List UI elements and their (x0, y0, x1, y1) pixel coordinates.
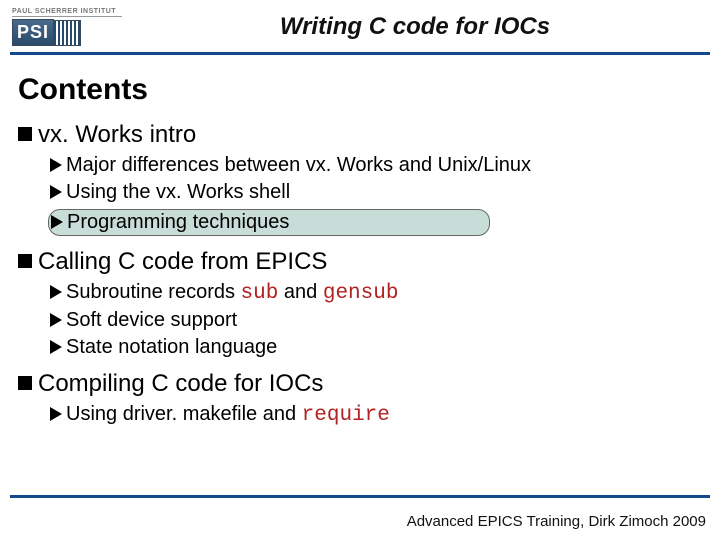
code-keyword: gensub (323, 282, 399, 305)
section-heading: Calling C code from EPICS (18, 248, 702, 276)
psi-stripes-icon (54, 20, 81, 46)
section-items: Subroutine records sub and gensub Soft d… (48, 280, 702, 360)
code-keyword: require (302, 404, 390, 427)
psi-abbrev: PSI (12, 19, 54, 46)
section-heading: Compiling C code for IOCs (18, 370, 702, 398)
divider-bottom (10, 495, 710, 498)
triangle-bullet-icon (50, 285, 62, 299)
triangle-bullet-icon (51, 215, 63, 229)
triangle-bullet-icon (50, 158, 62, 172)
square-bullet-icon (18, 254, 32, 268)
section-heading: vx. Works intro (18, 121, 702, 149)
square-bullet-icon (18, 127, 32, 141)
triangle-bullet-icon (50, 407, 62, 421)
list-item: Using driver. makefile and require (48, 402, 702, 428)
list-item: Soft device support (48, 308, 702, 333)
list-item-highlighted: Programming techniques (48, 209, 490, 236)
triangle-bullet-icon (50, 313, 62, 327)
list-item: Using the vx. Works shell (48, 180, 702, 205)
section-items: Major differences between vx. Works and … (48, 153, 702, 238)
list-item: State notation language (48, 335, 702, 360)
psi-logo: PAUL SCHERRER INSTITUT PSI (12, 8, 122, 46)
slide-title: Writing C code for IOCs (122, 13, 708, 41)
triangle-bullet-icon (50, 340, 62, 354)
triangle-bullet-icon (50, 185, 62, 199)
footer-text: Advanced EPICS Training, Dirk Zimoch 200… (407, 513, 706, 530)
code-keyword: sub (241, 282, 279, 305)
contents-heading: Contents (18, 73, 702, 107)
list-item: Major differences between vx. Works and … (48, 153, 702, 178)
section-items: Using driver. makefile and require (48, 402, 702, 428)
square-bullet-icon (18, 376, 32, 390)
section-label: Compiling C code for IOCs (38, 370, 323, 397)
list-item: Subroutine records sub and gensub (48, 280, 702, 306)
slide-content: Contents vx. Works intro Major differenc… (0, 55, 720, 428)
section-label: vx. Works intro (38, 121, 196, 148)
section-label: Calling C code from EPICS (38, 248, 327, 275)
institute-name: PAUL SCHERRER INSTITUT (12, 8, 122, 17)
header: PAUL SCHERRER INSTITUT PSI Writing C cod… (0, 0, 720, 52)
